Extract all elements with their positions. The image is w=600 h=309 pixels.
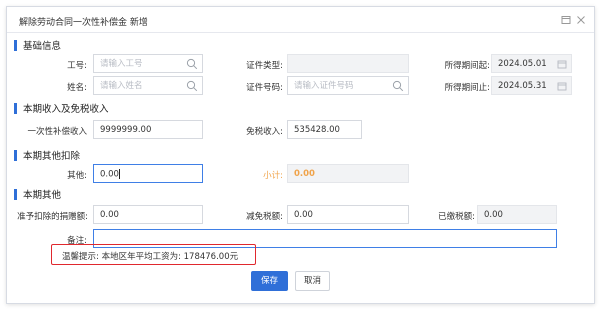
other-label: 其他: — [67, 171, 87, 181]
tax-free-label: 免税收入: — [246, 127, 283, 137]
calendar-icon — [557, 82, 567, 91]
subtotal-field: 0.00 — [287, 164, 409, 183]
donation-label: 准予扣除的捐赠额: — [17, 212, 88, 222]
name-input[interactable]: 请输入姓名 — [93, 76, 203, 95]
section-other-deduction: 本期其他扣除 — [14, 148, 80, 162]
employee-id-placeholder: 请输入工号 — [100, 59, 143, 69]
close-icon[interactable] — [576, 15, 586, 25]
other-input[interactable]: 0.00 — [93, 164, 203, 183]
section-marker — [14, 102, 17, 114]
period-end-field: 2024.05.31 — [491, 76, 572, 95]
tax-paid-field: 0.00 — [477, 205, 557, 224]
section-title: 本期其他扣除 — [23, 151, 81, 162]
donation-input[interactable]: 0.00 — [93, 205, 203, 224]
lump-sum-label: 一次性补偿收入 — [27, 127, 87, 137]
other-value: 0.00 — [100, 169, 119, 180]
cancel-button[interactable]: 取消 — [295, 271, 330, 291]
period-end-label: 所得期间止: — [444, 83, 490, 93]
text-caret — [118, 169, 120, 179]
calendar-icon — [557, 60, 567, 69]
id-type-label: 证件类型: — [246, 61, 283, 71]
section-basic-info: 基础信息 — [14, 38, 61, 52]
hint-text: 温馨提示: 本地区年平均工资为: 178476.00元 — [62, 252, 239, 262]
name-label: 姓名: — [67, 83, 87, 93]
dialog-title: 解除劳动合同一次性补偿金 新增 — [19, 18, 148, 28]
id-number-label: 证件号码: — [246, 83, 283, 93]
name-placeholder: 请输入姓名 — [100, 81, 143, 91]
tax-reduction-input[interactable]: 0.00 — [287, 205, 409, 224]
period-end-value: 2024.05.31 — [498, 81, 547, 91]
search-icon[interactable] — [186, 80, 198, 92]
id-number-placeholder: 请输入证件号码 — [294, 81, 354, 91]
section-income: 本期收入及免税收入 — [14, 101, 109, 115]
lump-sum-input[interactable]: 9999999.00 — [93, 120, 203, 139]
tax-paid-label: 已缴税额: — [438, 212, 475, 222]
section-marker — [14, 188, 17, 200]
section-title: 本期其他 — [23, 190, 62, 201]
section-marker — [14, 39, 17, 51]
id-number-input[interactable]: 请输入证件号码 — [287, 76, 409, 95]
section-title: 基础信息 — [23, 41, 62, 52]
save-button[interactable]: 保存 — [251, 271, 288, 291]
search-icon[interactable] — [392, 80, 404, 92]
section-other: 本期其他 — [14, 187, 61, 201]
search-icon[interactable] — [186, 58, 198, 70]
section-title: 本期收入及免税收入 — [23, 104, 109, 115]
subtotal-label: 小计: — [263, 171, 283, 181]
employee-id-label: 工号: — [67, 61, 87, 71]
id-type-field — [287, 54, 409, 73]
section-marker — [14, 149, 17, 161]
period-start-value: 2024.05.01 — [498, 59, 547, 69]
maximize-icon[interactable] — [561, 15, 571, 25]
title-bar: 解除劳动合同一次性补偿金 新增 — [7, 7, 594, 33]
period-start-label: 所得期间起: — [444, 61, 490, 71]
tax-free-input[interactable]: 535428.00 — [287, 120, 362, 139]
tax-reduction-label: 减免税额: — [246, 212, 283, 222]
employee-id-input[interactable]: 请输入工号 — [93, 54, 203, 73]
period-start-field: 2024.05.01 — [491, 54, 572, 73]
